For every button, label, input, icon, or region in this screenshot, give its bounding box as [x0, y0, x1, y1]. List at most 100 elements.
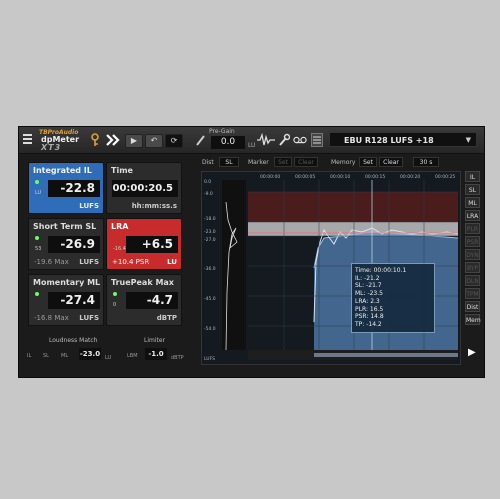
dpmeter-plugin-window: TBProAudio dpMeter XT3 ▶ ↶ ⟳ Pre-Gain 0.…	[18, 126, 485, 378]
meter-time[interactable]: Time 00:00:20.5 hh:mm:ss.s	[106, 162, 182, 214]
side-button-psr[interactable]: PSR	[465, 236, 480, 247]
lm-il-toggle[interactable]: IL	[27, 353, 31, 359]
lm-sl-toggle[interactable]: SL	[43, 353, 49, 359]
meter-unit: hh:mm:ss.s	[131, 202, 177, 210]
y-tick: -27.0	[204, 237, 216, 243]
dist-select[interactable]: SL	[219, 157, 239, 167]
meter-value: 00:00:20.5	[112, 180, 178, 197]
status-dot	[35, 236, 39, 240]
side-button-dist[interactable]: Dist	[465, 301, 480, 312]
waveform-icon[interactable]	[257, 133, 275, 147]
limiter-lbm-toggle[interactable]: LBM	[127, 353, 138, 359]
tooltip-line: IL: -21.2	[355, 274, 380, 282]
side-button-dln[interactable]: DLN	[465, 275, 480, 286]
y-tick: -45.0	[204, 296, 216, 302]
side-button-ml[interactable]: ML	[465, 197, 480, 208]
tape-icon[interactable]	[293, 135, 307, 145]
limiter-label: Limiter	[144, 337, 166, 344]
time-range-select[interactable]: 30 s	[413, 157, 439, 167]
side-button-il[interactable]: IL	[465, 171, 480, 182]
meter-momentary[interactable]: Momentary ML -27.4 -16.8 Max LUFS	[28, 274, 104, 326]
preset-select[interactable]: EBU R128 LUFS +18 ▼	[329, 132, 477, 147]
x-tick: 00:00:25	[435, 174, 455, 180]
limiter-value[interactable]: -1.0	[145, 348, 167, 360]
meter-title: LRA	[111, 222, 129, 231]
meter-mini-label: 0	[113, 302, 117, 308]
loudness-match-value[interactable]: -23.0	[79, 348, 101, 360]
loud-zone	[248, 192, 458, 222]
meter-value: +6.5	[126, 236, 178, 253]
y-tick: -54.0	[204, 326, 216, 332]
meter-title: TruePeak Max	[111, 278, 174, 287]
lm-ml-toggle[interactable]: ML	[61, 353, 68, 359]
sync-button[interactable]: ⟳	[165, 134, 183, 148]
marker-clear-button[interactable]: Clear	[294, 157, 318, 167]
tooltip-line: PSR: 14.8	[355, 313, 384, 321]
play-button[interactable]: ▶	[125, 134, 143, 148]
side-button-byp[interactable]: BYP	[465, 262, 480, 273]
x-tick: 00:00:10	[330, 174, 350, 180]
top-toolbar: TBProAudio dpMeter XT3 ▶ ↶ ⟳ Pre-Gain 0.…	[19, 127, 484, 154]
meter-unit: LUFS	[79, 202, 99, 210]
dist-label: Dist	[202, 159, 214, 166]
meter-title: Short Term SL	[33, 222, 97, 231]
meter-title: Integrated IL	[33, 166, 92, 175]
side-button-plr[interactable]: PLR	[465, 223, 480, 234]
side-button-lra[interactable]: LRA	[465, 210, 480, 221]
meter-truepeak[interactable]: TruePeak Max 0 -4.7 dBTP	[106, 274, 182, 326]
graph-tooltip: Time: 00:00:10.1 IL: -21.2 SL: -21.7 ML:…	[351, 263, 435, 333]
meter-title: Momentary ML	[33, 278, 101, 287]
meter-unit: LUFS	[79, 314, 99, 322]
meter-lra[interactable]: LRA -16.4 +6.5 +10.4 PSR LU	[106, 218, 182, 270]
pencil-icon[interactable]	[195, 134, 205, 146]
meter-mini-label: LU	[35, 190, 42, 196]
y-tick: -9.0	[204, 191, 213, 197]
meter-unit: dBTP	[156, 314, 177, 322]
x-tick: 00:00:00	[260, 174, 280, 180]
y-tick: 0.0	[204, 179, 211, 185]
meter-mini-label: -16.4	[113, 246, 126, 252]
meter-value: -27.4	[48, 292, 100, 309]
overview-fill	[314, 353, 458, 357]
memory-set-button[interactable]: Set	[359, 157, 377, 167]
meter-value: -22.8	[48, 180, 100, 197]
meter-integrated[interactable]: Integrated IL LU -22.8 LUFS	[28, 162, 104, 214]
x-tick: 00:00:20	[400, 174, 420, 180]
chevron-down-icon: ▼	[465, 136, 471, 144]
meter-psr: +10.4 PSR	[112, 258, 150, 266]
side-button-dyn[interactable]: DYN	[465, 249, 480, 260]
menu-icon[interactable]	[23, 134, 32, 145]
marker-set-button[interactable]: Set	[274, 157, 292, 167]
meter-unit: LU	[167, 258, 177, 266]
y-tick: -18.0	[204, 216, 216, 222]
limiter-unit: dBTP	[171, 355, 184, 361]
target-band	[248, 222, 458, 236]
memory-clear-button[interactable]: Clear	[379, 157, 403, 167]
reset-button[interactable]: ↶	[145, 134, 163, 148]
pregain-value[interactable]: 0.0	[211, 136, 245, 149]
y-tick: -23.0	[204, 229, 216, 235]
key-icon[interactable]	[89, 133, 101, 147]
list-icon[interactable]	[311, 133, 323, 147]
meter-title: Time	[111, 166, 133, 175]
status-dot	[35, 292, 39, 296]
fast-forward-icon[interactable]	[106, 134, 120, 146]
status-dot	[35, 180, 39, 184]
distribution-panel	[222, 180, 246, 350]
meter-value: -26.9	[48, 236, 100, 253]
side-button-mem[interactable]: Mem	[465, 314, 481, 325]
status-dot	[113, 292, 117, 296]
side-button-sl[interactable]: SL	[465, 184, 480, 195]
tooltip-line: PLR: 16.5	[355, 305, 384, 313]
play-side-icon[interactable]: ▶	[468, 347, 476, 358]
memory-label: Memory	[331, 159, 356, 166]
meter-short-term[interactable]: Short Term SL 53 -26.9 -19.6 Max LUFS	[28, 218, 104, 270]
meter-mini-label: 53	[35, 246, 42, 252]
meter-max: -16.8 Max	[34, 314, 69, 322]
tooltip-line: ML: -23.5	[355, 290, 383, 298]
y-tick: -36.0	[204, 266, 216, 272]
marker-label: Marker	[248, 159, 269, 166]
loudness-match-label: Loudness Match	[49, 337, 98, 344]
side-button-tpm[interactable]: TPM	[465, 288, 480, 299]
wrench-icon[interactable]	[278, 133, 290, 147]
